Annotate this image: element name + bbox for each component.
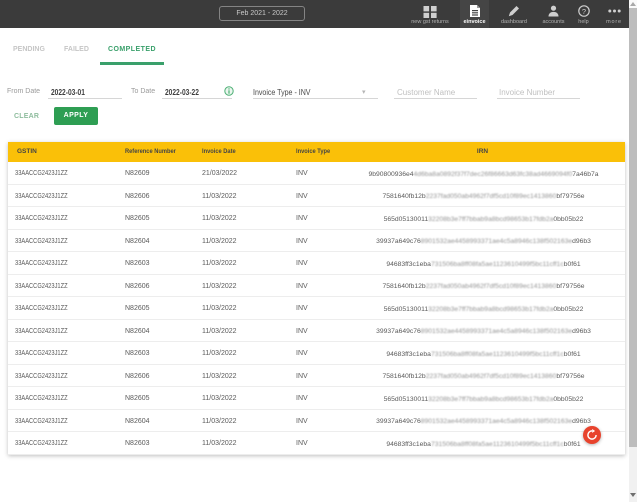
svg-text:?: ? — [581, 6, 585, 15]
